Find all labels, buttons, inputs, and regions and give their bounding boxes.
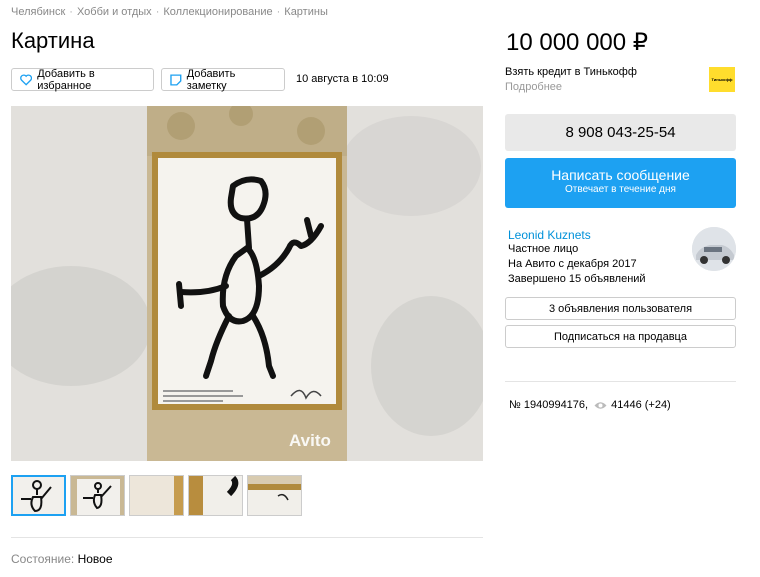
thumbnail-5[interactable] bbox=[247, 475, 302, 516]
user-listings-button[interactable]: 3 объявления пользователя bbox=[505, 297, 736, 320]
thumbnail-image bbox=[130, 476, 183, 515]
subscribe-seller-label: Подписаться на продавца bbox=[554, 330, 687, 343]
condition: Состояние: Новое bbox=[11, 552, 113, 566]
condition-value: Новое bbox=[77, 552, 113, 566]
view-count: 41446 (+24) bbox=[611, 399, 671, 411]
tinkoff-logo[interactable]: Тинькофф bbox=[709, 67, 735, 92]
thumbnail-image bbox=[71, 476, 124, 515]
thumbnail-image bbox=[189, 476, 242, 515]
breadcrumb-item-hobby[interactable]: Хобби и отдых bbox=[77, 6, 152, 18]
page-title: Картина bbox=[11, 28, 95, 53]
main-photo[interactable]: Avito bbox=[11, 106, 483, 461]
seller-name-link[interactable]: Leonid Kuznets bbox=[508, 228, 591, 242]
divider bbox=[505, 381, 736, 382]
note-icon bbox=[170, 73, 182, 86]
listing-stats: № 1940994176, 41446 (+24) bbox=[509, 399, 671, 411]
price: 10 000 000 ₽ bbox=[506, 29, 649, 56]
thumbnail-image bbox=[13, 477, 64, 514]
publish-date: 10 августа в 10:09 bbox=[296, 73, 389, 85]
write-message-label: Написать сообщение bbox=[551, 167, 690, 183]
add-note-label: Добавить заметку bbox=[186, 67, 236, 92]
seller-since: На Авито с декабря 2017 bbox=[508, 258, 637, 270]
breadcrumb-item-city[interactable]: Челябинск bbox=[11, 6, 65, 18]
thumbnail-2[interactable] bbox=[70, 475, 125, 516]
heart-icon bbox=[20, 73, 33, 86]
phone-number: 8 908 043-25-54 bbox=[565, 124, 676, 141]
avatar[interactable] bbox=[692, 227, 736, 271]
avatar-image bbox=[692, 227, 736, 271]
photo-watermark: Avito bbox=[289, 431, 331, 450]
thumbnail-strip bbox=[11, 475, 302, 516]
breadcrumb-separator: · bbox=[155, 6, 160, 18]
divider bbox=[11, 537, 483, 538]
tinkoff-logo-text: Тинькофф bbox=[711, 77, 733, 82]
user-listings-label: 3 объявления пользователя bbox=[548, 302, 693, 315]
seller-completed: Завершено 15 объявлений bbox=[508, 273, 646, 285]
breadcrumb-separator: · bbox=[276, 6, 281, 18]
thumbnail-1[interactable] bbox=[11, 475, 66, 516]
add-to-favorites-button[interactable]: Добавить в избранное bbox=[11, 67, 154, 92]
condition-label: Состояние: bbox=[11, 552, 75, 566]
response-time: Отвечает в течение дня bbox=[565, 184, 676, 195]
subscribe-seller-button[interactable]: Подписаться на продавца bbox=[505, 325, 736, 348]
breadcrumb-item-collecting[interactable]: Коллекционирование bbox=[163, 6, 272, 18]
item-number: № 1940994176, bbox=[509, 399, 589, 411]
photo-background bbox=[11, 106, 483, 461]
breadcrumb-separator: · bbox=[69, 6, 73, 18]
show-phone-button[interactable]: 8 908 043-25-54 bbox=[505, 114, 736, 151]
breadcrumb: Челябинск · Хобби и отдых · Коллекционирован… bbox=[11, 6, 328, 18]
thumbnail-4[interactable] bbox=[188, 475, 243, 516]
credit-offer-link[interactable]: Взять кредит в Тинькофф bbox=[505, 66, 637, 78]
eye-icon bbox=[594, 401, 607, 409]
breadcrumb-item-paintings[interactable]: Картины bbox=[284, 6, 328, 18]
add-to-favorites-label: Добавить в избранное bbox=[37, 67, 95, 92]
thumbnail-image bbox=[248, 476, 301, 515]
credit-more-link[interactable]: Подробнее bbox=[505, 81, 562, 93]
write-message-button[interactable]: Написать сообщение Отвечает в течение дн… bbox=[505, 158, 736, 208]
seller-type: Частное лицо bbox=[508, 243, 579, 255]
add-note-button[interactable]: Добавить заметку bbox=[161, 67, 285, 92]
thumbnail-3[interactable] bbox=[129, 475, 184, 516]
